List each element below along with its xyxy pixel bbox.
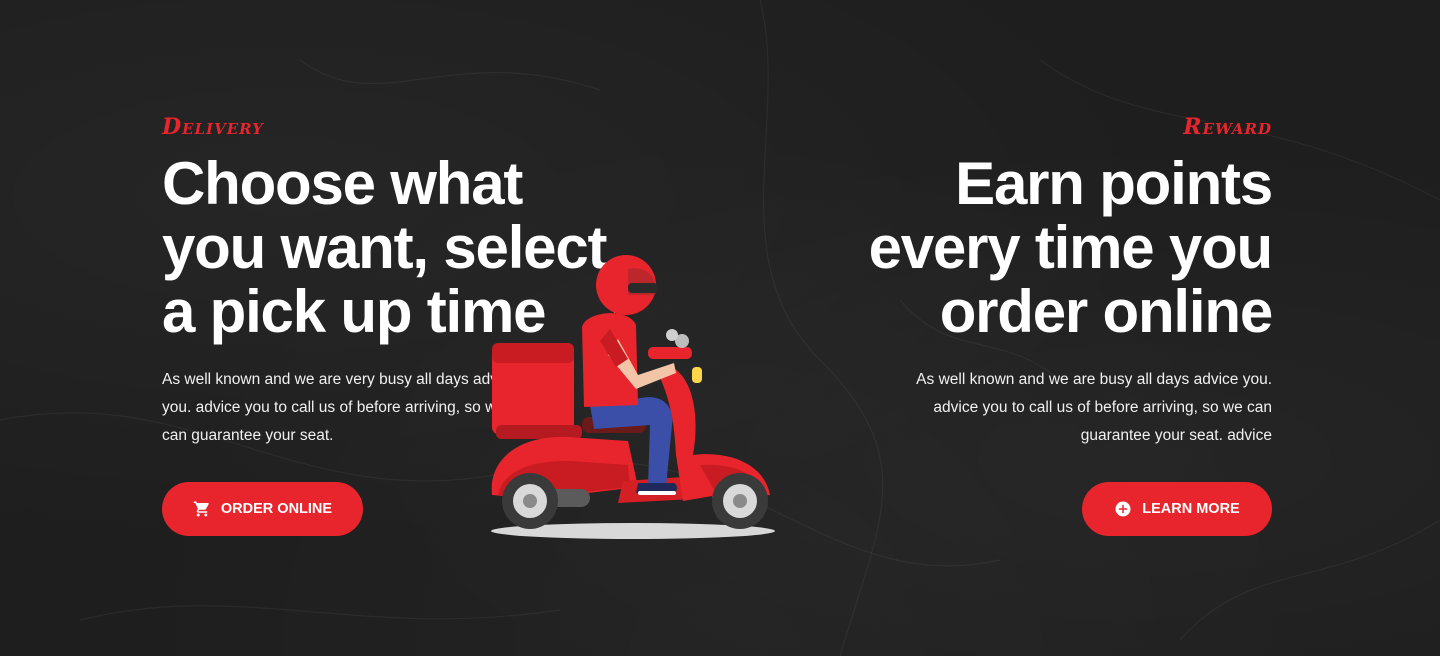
learn-more-label: LEARN MORE	[1142, 501, 1240, 517]
order-online-label: ORDER ONLINE	[220, 501, 333, 517]
delivery-description: As well known and we are very busy all d…	[162, 371, 518, 444]
cart-icon	[193, 500, 211, 518]
reward-section: Reward Earn points every time you order …	[752, 112, 1274, 450]
reward-heading: Earn points every time you order online	[868, 150, 1274, 345]
reward-eyebrow: Reward	[1183, 114, 1272, 140]
delivery-scooter-illustration	[478, 255, 788, 550]
delivery-eyebrow: Delivery	[162, 114, 264, 140]
learn-more-button[interactable]: LEARN MORE	[1082, 482, 1272, 536]
order-online-button[interactable]: ORDER ONLINE	[162, 482, 363, 536]
plus-circle-icon	[1114, 500, 1132, 518]
reward-description: As well known and we are busy all days a…	[916, 371, 1272, 444]
